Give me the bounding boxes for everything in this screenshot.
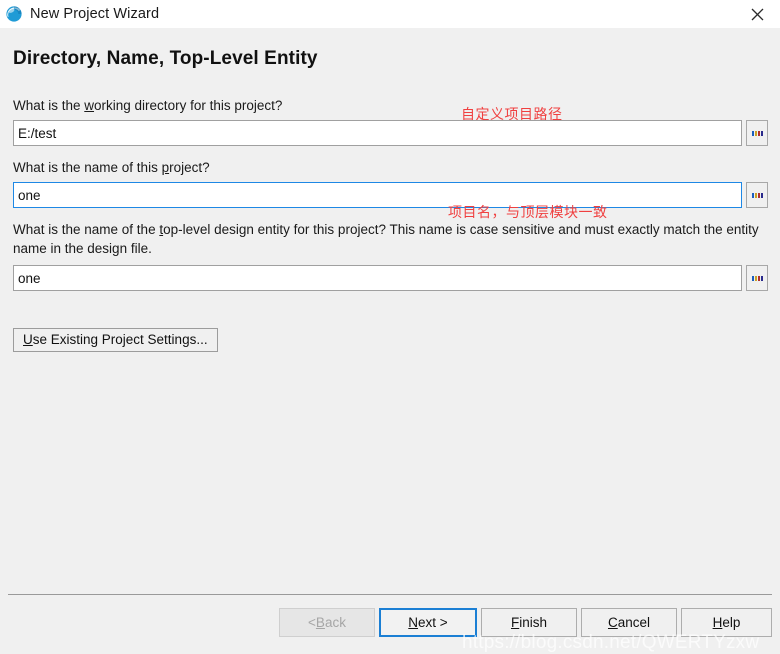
close-icon[interactable]: [734, 0, 780, 28]
top-level-entity-browse-button[interactable]: [746, 265, 768, 291]
ellipsis-icon: [751, 130, 763, 136]
window-title: New Project Wizard: [30, 6, 160, 22]
use-existing-project-settings-button[interactable]: Use Existing Project Settings...: [13, 328, 218, 352]
mnemonic-w: w: [84, 98, 95, 113]
row-project-name: [13, 182, 768, 208]
mnemonic-p: p: [161, 160, 170, 175]
cancel-button[interactable]: Cancel: [581, 608, 677, 637]
page-title: Directory, Name, Top-Level Entity: [13, 48, 318, 69]
project-name-input[interactable]: [13, 182, 742, 208]
mnemonic-U: U: [23, 332, 33, 347]
label-project-name: What is the name of this project?: [13, 160, 210, 175]
working-directory-browse-button[interactable]: [746, 120, 768, 146]
row-working-directory: [13, 120, 768, 146]
ellipsis-icon: [751, 192, 763, 198]
finish-button[interactable]: Finish: [481, 608, 577, 637]
back-button[interactable]: < Back: [279, 608, 375, 637]
footer-button-bar: < Back Next > Finish Cancel Help: [0, 608, 780, 638]
new-project-wizard-window: New Project Wizard Directory, Name, Top-…: [0, 0, 780, 653]
ellipsis-icon: [751, 275, 763, 281]
quartus-sphere-icon: [5, 5, 23, 23]
working-directory-input[interactable]: [13, 120, 742, 146]
footer-separator: [8, 594, 772, 595]
annotation-project-name: 项目名，与顶层模块一致: [448, 205, 608, 221]
row-top-level-entity: [13, 265, 768, 291]
label-working-directory: What is the working directory for this p…: [13, 98, 283, 113]
next-button[interactable]: Next >: [379, 608, 477, 637]
help-button[interactable]: Help: [681, 608, 772, 637]
title-bar: New Project Wizard: [0, 0, 780, 28]
project-name-browse-button[interactable]: [746, 182, 768, 208]
label-top-level-entity: What is the name of the top-level design…: [13, 222, 759, 256]
top-level-entity-input[interactable]: [13, 265, 742, 291]
wizard-panel: Directory, Name, Top-Level Entity What i…: [0, 28, 780, 653]
